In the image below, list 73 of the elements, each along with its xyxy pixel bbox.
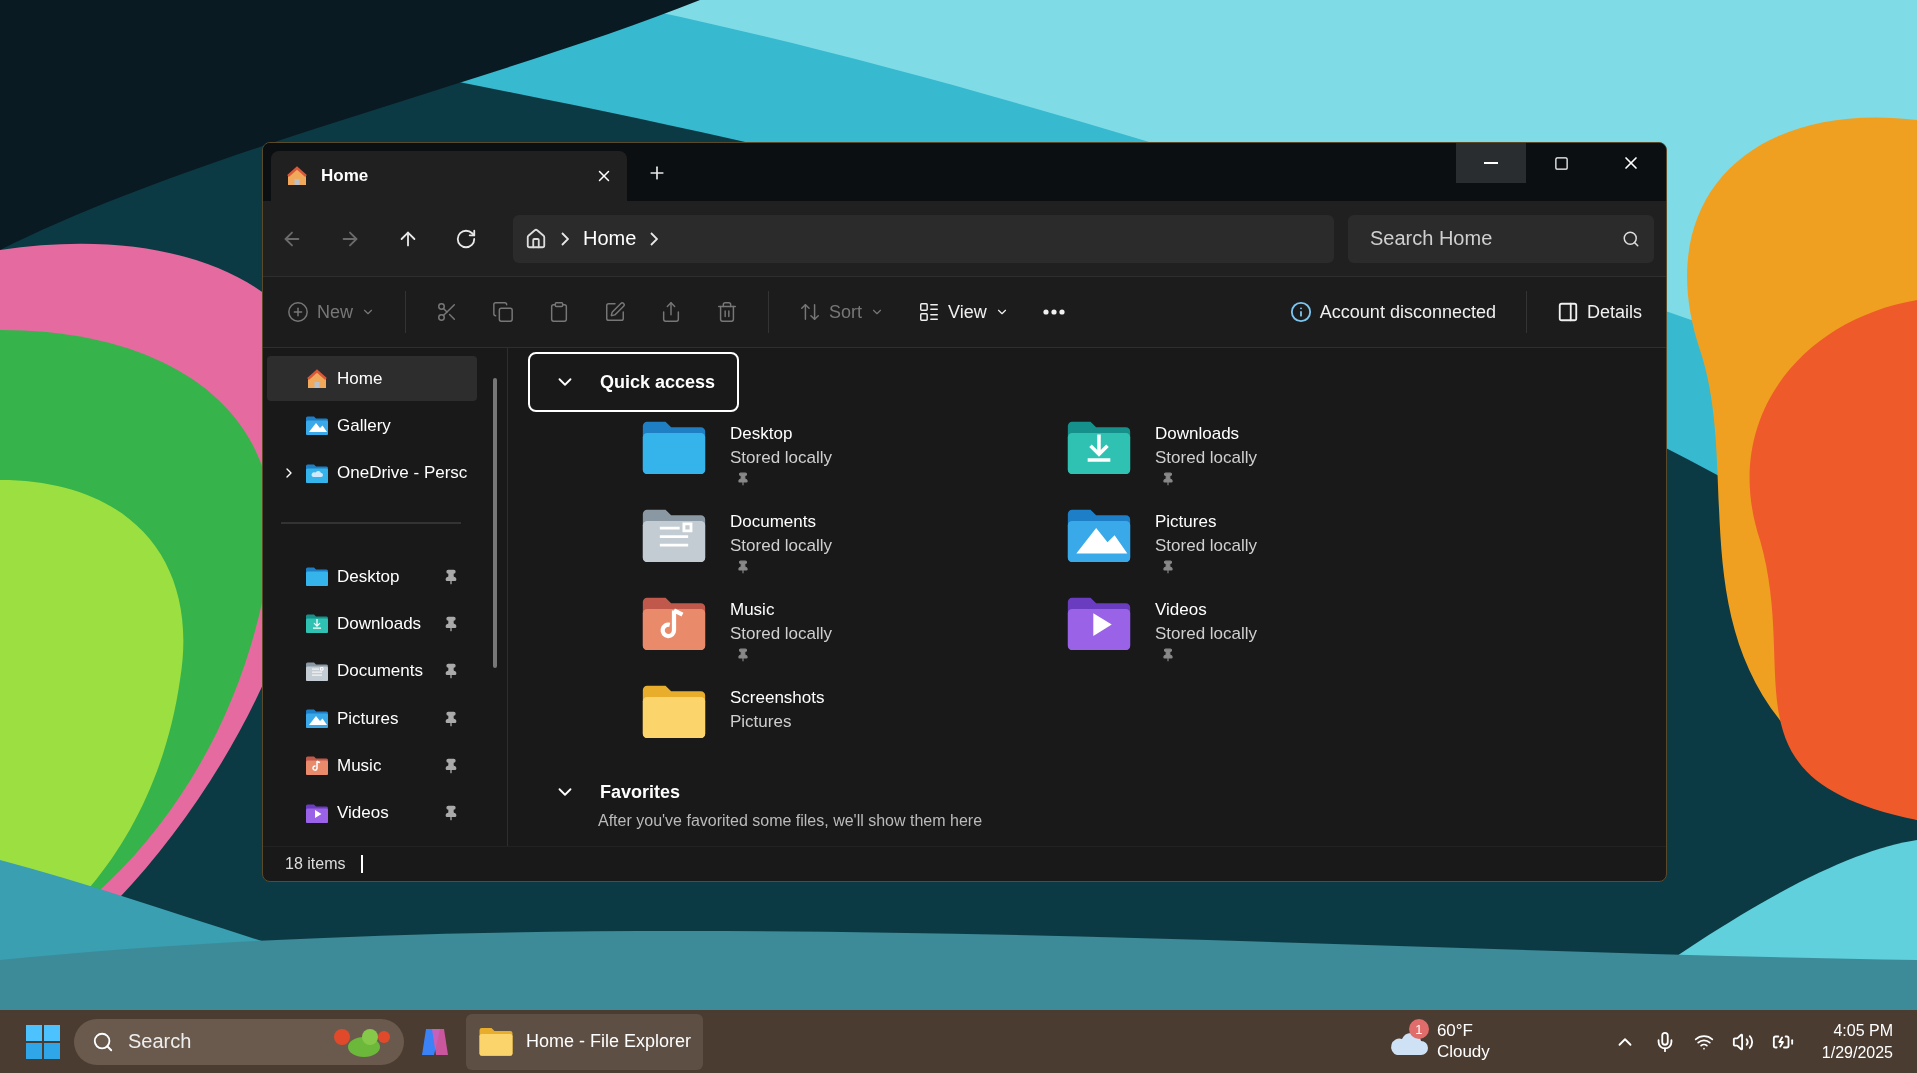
folder-tile[interactable]: Music Stored locally [640,596,1065,684]
folder-icon [640,596,708,651]
address-bar[interactable]: Home [513,214,1334,263]
search-icon [92,1030,114,1053]
sidebar-item[interactable]: Music [267,743,477,789]
rename-icon [604,301,626,323]
folder-tile[interactable]: Desktop Stored locally [640,420,1065,508]
taskbar-app[interactable]: Home - File Explorer [466,1013,704,1070]
sort-icon [799,301,821,323]
folder-icon [1065,596,1133,651]
folder-icon [478,1027,514,1056]
temperature: 60°F [1436,1021,1474,1042]
more-icon [1042,309,1065,315]
panel-icon [1556,301,1579,323]
folder-icon [305,463,329,483]
breadcrumb[interactable]: Home [583,227,637,250]
taskbar-search-field[interactable]: Search [74,1018,404,1065]
folder-icon [640,508,708,563]
folder-icon [305,614,329,634]
sidebar-item[interactable]: Documents [267,648,477,695]
folder-tile[interactable]: Documents Stored locally [640,508,1065,596]
minimize-icon [1484,162,1498,164]
sidebar-item[interactable]: Gallery [267,403,477,449]
house-icon [285,164,309,188]
folder-tile[interactable]: Videos Stored locally [1065,596,1490,684]
folder-tile[interactable]: Screenshots Pictures [640,684,1065,772]
folder-icon [305,803,329,823]
scrollbar[interactable] [493,378,497,668]
tab[interactable]: Home [271,151,627,201]
folder-icon [305,709,329,729]
text-cursor [361,855,364,873]
account-status-button[interactable]: Account disconnected [1285,297,1500,327]
search-icon [1622,229,1640,248]
folder-icon [640,420,708,475]
search-field[interactable]: Search Home [1348,214,1654,263]
folder-icon [305,416,329,436]
section-header[interactable]: Favorites [528,772,705,812]
home-icon [525,227,547,250]
clipboard-icon [548,301,570,323]
sidebar-item[interactable]: OneDrive - Persc [267,450,477,497]
start-icon[interactable] [26,1024,60,1059]
details-button[interactable]: Details [1552,297,1646,327]
folder-icon [305,567,329,587]
folder-icon [1065,420,1133,475]
refresh-icon [455,227,477,250]
empty-message: After you've favorited some files, we'll show them here [597,812,984,830]
chevron-icon [561,231,569,246]
copy-icon [492,301,514,323]
clock[interactable]: 4:05 PM 1/29/2025 [1821,1019,1893,1064]
sidebar-item[interactable]: Pictures [267,696,477,742]
list-view-icon [918,301,941,323]
notification-badge: 1 [1408,1019,1429,1040]
info-icon [1289,301,1312,323]
sidebar-item[interactable]: Home [267,356,477,402]
share-icon [660,301,682,323]
folder-icon [305,756,329,776]
sidebar-item[interactable]: Desktop [267,554,477,600]
trash-icon [716,301,738,323]
folder-tile[interactable]: Downloads Stored locally [1065,420,1490,508]
folder-icon [640,684,708,739]
chevron-icon [650,231,659,246]
item-count: 18 items [285,855,346,873]
maximize-icon [1553,155,1569,171]
folder-icon [1065,508,1133,563]
folder-icon [305,661,329,681]
folder-tile[interactable]: Pictures Stored locally [1065,508,1490,596]
scissors-icon [436,301,458,323]
sidebar-item[interactable]: Downloads [267,601,477,647]
sidebar-item[interactable]: Videos [267,790,477,837]
section-header[interactable]: Quick access [528,352,740,412]
weather-condition: Cloudy [1436,1041,1490,1062]
view-button[interactable]: View [914,297,1013,327]
plus-circle-icon [287,301,309,323]
